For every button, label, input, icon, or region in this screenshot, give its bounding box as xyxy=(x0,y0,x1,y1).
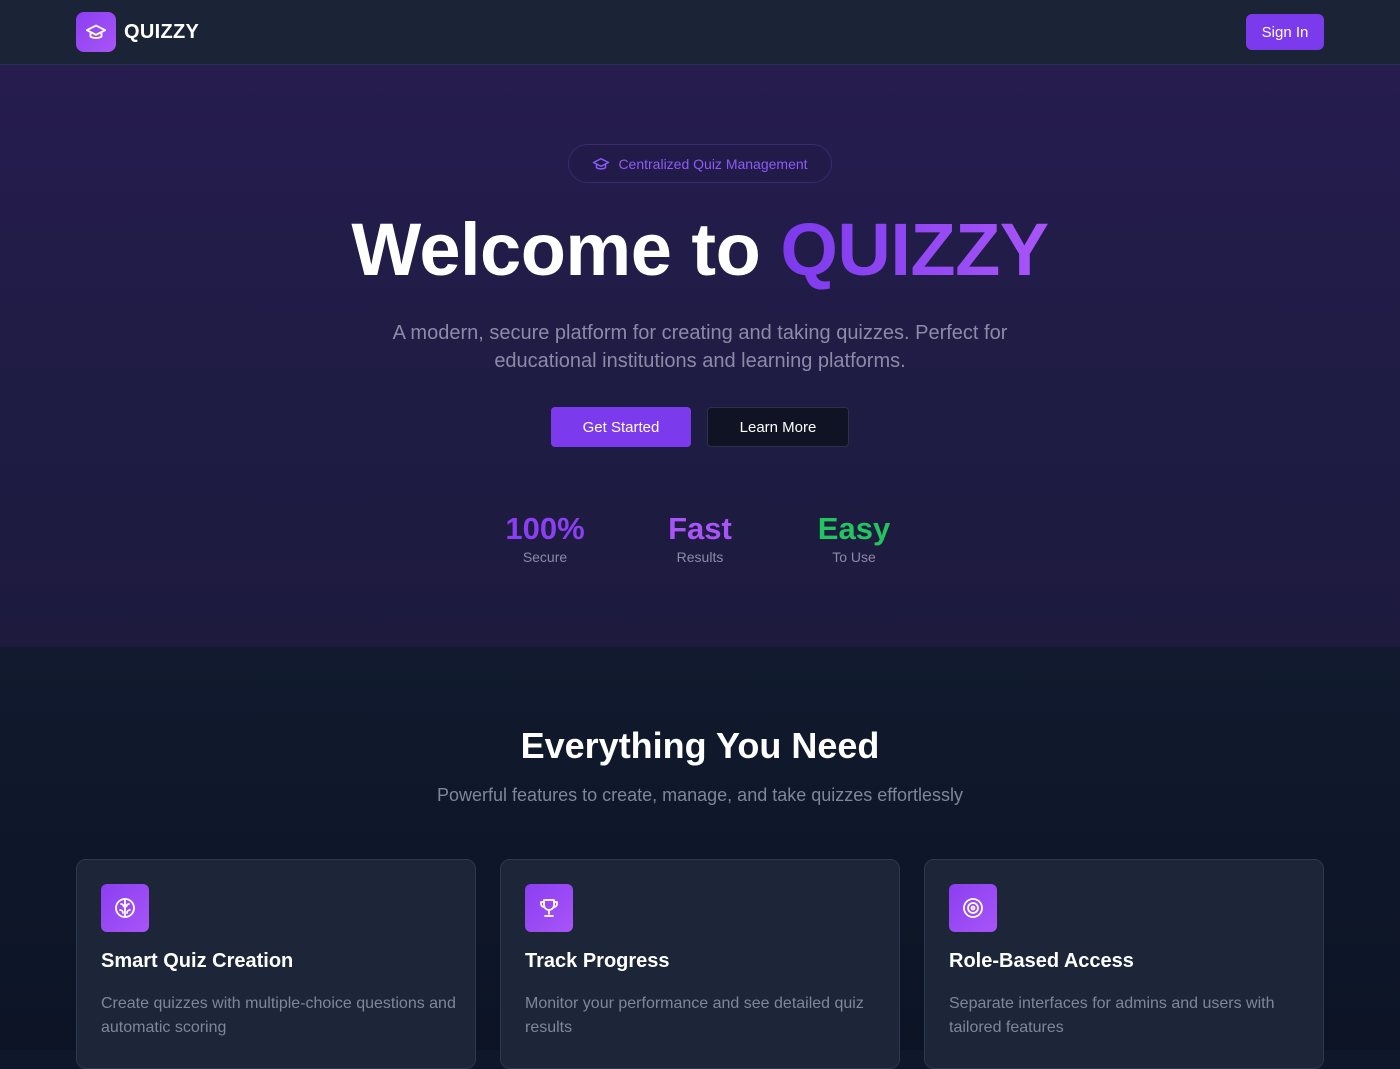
trophy-icon xyxy=(525,884,573,932)
stat-fast: Fast Results xyxy=(625,511,775,565)
stat-value: 100% xyxy=(505,511,585,546)
stat-label: Results xyxy=(676,549,724,565)
features-title: Everything You Need xyxy=(520,725,880,766)
feature-card-track-progress: Track Progress Monitor your performance … xyxy=(500,859,900,1069)
hero-section: Centralized Quiz Management Welcome to Q… xyxy=(0,65,1400,647)
stat-easy: Easy To Use xyxy=(779,511,929,565)
get-started-button[interactable]: Get Started xyxy=(551,407,691,447)
target-icon xyxy=(949,884,997,932)
graduation-cap-icon xyxy=(76,12,116,52)
stat-label: Secure xyxy=(522,549,568,565)
feature-card-role-access: Role-Based Access Separate interfaces fo… xyxy=(924,859,1324,1069)
brand-name: QUIZZY xyxy=(124,20,200,43)
stat-value: Fast xyxy=(668,511,732,546)
card-description: Create quizzes with multiple-choice ques… xyxy=(101,995,456,1036)
hero-title-prefix: Welcome to xyxy=(351,208,761,291)
learn-more-button[interactable]: Learn More xyxy=(707,407,849,447)
features-section: Everything You Need Powerful features to… xyxy=(0,647,1400,1069)
stat-label: To Use xyxy=(832,549,876,565)
card-title: Role-Based Access xyxy=(949,950,1134,972)
hero-title: Welcome to QUIZZY xyxy=(0,205,1400,295)
features-subtitle: Powerful features to create, manage, and… xyxy=(437,785,963,805)
card-description: Monitor your performance and see detaile… xyxy=(525,995,864,1036)
brand[interactable]: QUIZZY xyxy=(76,12,199,52)
brain-icon xyxy=(101,884,149,932)
sign-in-button[interactable]: Sign In xyxy=(1246,14,1324,50)
card-description: Separate interfaces for admins and users… xyxy=(949,995,1275,1036)
tagline-text: Centralized Quiz Management xyxy=(618,155,808,172)
hero-title-accent: QUIZZY xyxy=(780,208,1049,291)
stat-value: Easy xyxy=(817,511,891,546)
hero-subtitle: A modern, secure platform for creating a… xyxy=(392,322,1008,372)
stat-secure: 100% Secure xyxy=(470,511,620,565)
feature-card-smart-quiz: Smart Quiz Creation Create quizzes with … xyxy=(76,859,476,1069)
card-title: Smart Quiz Creation xyxy=(101,950,294,972)
graduation-cap-icon xyxy=(592,155,610,173)
tagline-pill: Centralized Quiz Management xyxy=(568,144,832,183)
card-title: Track Progress xyxy=(525,950,670,972)
top-navbar: QUIZZY Sign In xyxy=(0,0,1400,65)
